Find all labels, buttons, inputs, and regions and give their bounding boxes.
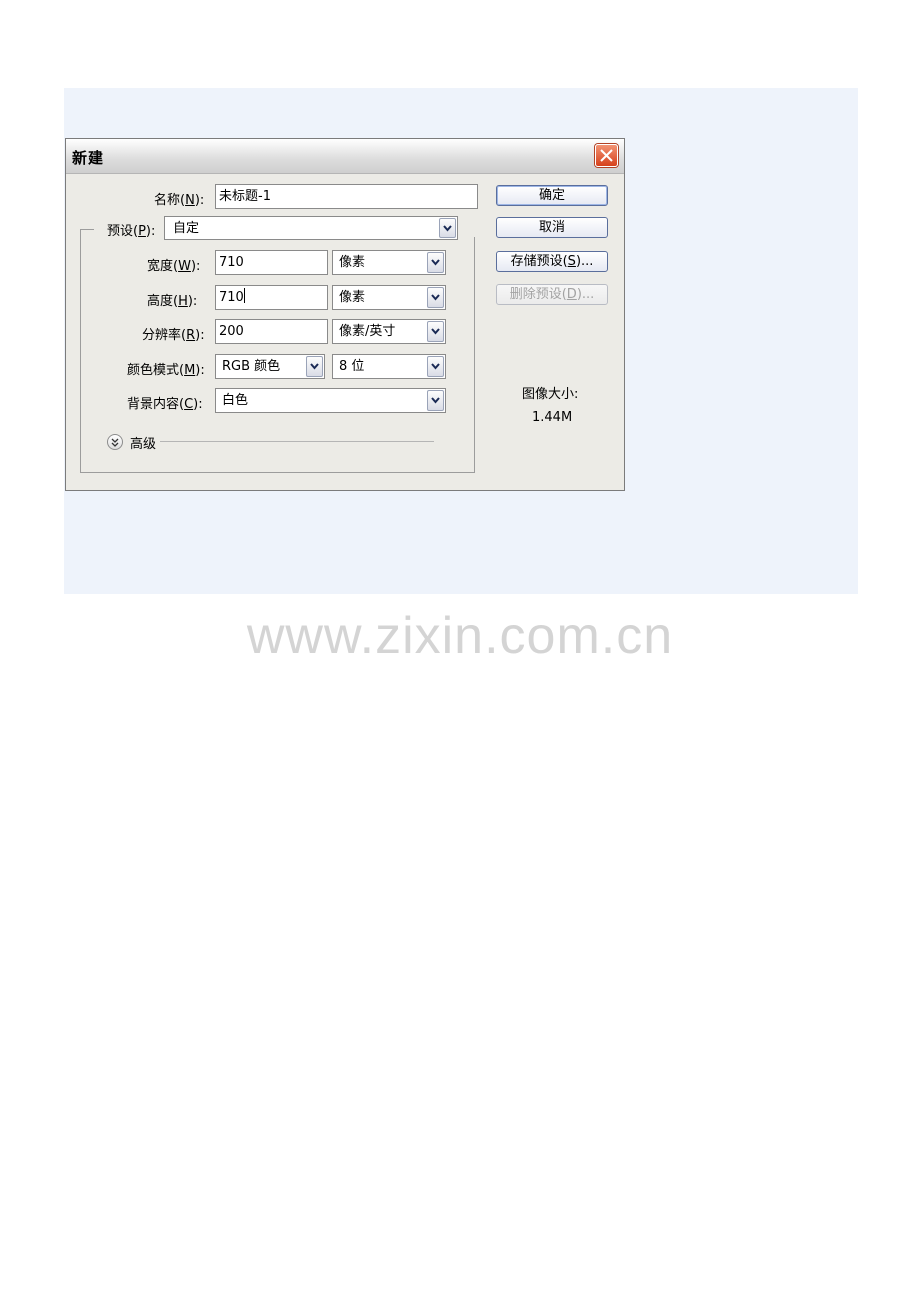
bit-depth-dropdown-arrow[interactable] bbox=[427, 356, 444, 377]
resolution-input[interactable]: 200 bbox=[215, 319, 328, 344]
background-contents-select[interactable]: 白色 bbox=[215, 388, 446, 413]
width-unit-dropdown-arrow[interactable] bbox=[427, 252, 444, 273]
name-label: 名称(N): bbox=[154, 193, 205, 208]
color-mode-select[interactable]: RGB 颜色 bbox=[215, 354, 325, 379]
preset-select[interactable]: 自定 bbox=[164, 216, 458, 240]
dialog-title: 新建 bbox=[72, 149, 105, 167]
image-size-value: 1.44M bbox=[532, 410, 573, 425]
new-document-dialog: 新建 名称(N): 未标题-1 预设(P): 自定 宽度(W): 710 像素 … bbox=[65, 138, 625, 491]
height-input[interactable]: 710 bbox=[215, 285, 328, 310]
chevron-down-icon bbox=[310, 363, 319, 370]
resolution-label: 分辨率(R): bbox=[142, 328, 205, 343]
delete-preset-button[interactable]: 删除预设(D)... bbox=[496, 284, 608, 305]
chevron-down-icon bbox=[443, 225, 452, 232]
height-unit-select[interactable]: 像素 bbox=[332, 285, 446, 310]
chevron-down-icon bbox=[431, 259, 440, 266]
close-button[interactable] bbox=[595, 144, 618, 167]
save-preset-button[interactable]: 存储预设(S)... bbox=[496, 251, 608, 272]
advanced-toggle[interactable] bbox=[107, 434, 123, 450]
image-size-label: 图像大小: bbox=[522, 387, 579, 402]
watermark: www.zixin.com.cn bbox=[246, 607, 674, 665]
cancel-button[interactable]: 取消 bbox=[496, 217, 608, 238]
chevron-down-icon bbox=[431, 397, 440, 404]
width-input[interactable]: 710 bbox=[215, 250, 328, 275]
close-icon bbox=[600, 149, 613, 162]
color-mode-dropdown-arrow[interactable] bbox=[306, 356, 323, 377]
advanced-label[interactable]: 高级 bbox=[130, 433, 156, 452]
advanced-divider bbox=[160, 441, 434, 442]
width-label: 宽度(W): bbox=[147, 259, 201, 274]
background-dropdown-arrow[interactable] bbox=[427, 390, 444, 411]
background-contents-label: 背景内容(C): bbox=[127, 397, 203, 412]
preset-label: 预设(P): bbox=[107, 224, 156, 239]
preset-dropdown-arrow[interactable] bbox=[439, 218, 456, 238]
double-chevron-down-icon bbox=[111, 438, 119, 447]
resolution-unit-select[interactable]: 像素/英寸 bbox=[332, 319, 446, 344]
chevron-down-icon bbox=[431, 294, 440, 301]
ok-button[interactable]: 确定 bbox=[496, 185, 608, 206]
height-unit-dropdown-arrow[interactable] bbox=[427, 287, 444, 308]
color-mode-label: 颜色模式(M): bbox=[127, 363, 205, 378]
bit-depth-select[interactable]: 8 位 bbox=[332, 354, 446, 379]
height-label: 高度(H): bbox=[147, 294, 198, 309]
chevron-down-icon bbox=[431, 328, 440, 335]
name-input[interactable]: 未标题-1 bbox=[215, 184, 478, 209]
text-caret bbox=[243, 288, 245, 303]
width-unit-select[interactable]: 像素 bbox=[332, 250, 446, 275]
chevron-down-icon bbox=[431, 363, 440, 370]
resolution-unit-dropdown-arrow[interactable] bbox=[427, 321, 444, 342]
dialog-titlebar: 新建 bbox=[66, 139, 624, 174]
